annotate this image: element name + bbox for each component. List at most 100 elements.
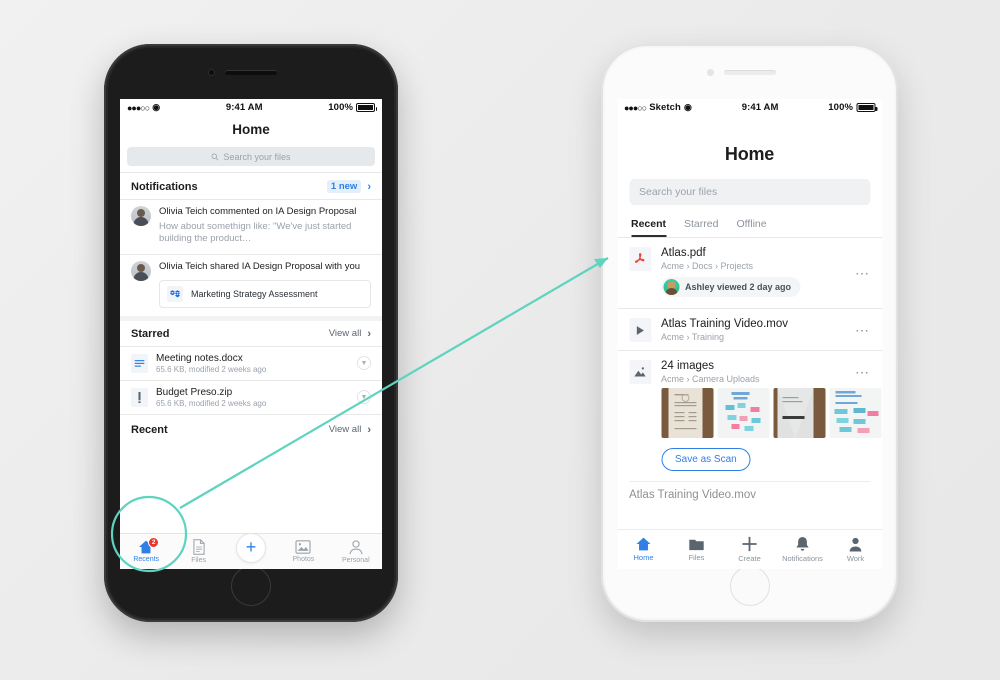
pdf-icon xyxy=(629,247,651,271)
right-search-placeholder: Search your files xyxy=(639,186,718,198)
file-info: Meeting notes.docx 65.6 KB, modified 2 w… xyxy=(156,353,349,374)
overflow-menu-icon[interactable]: ⋯ xyxy=(855,265,870,282)
doc-icon xyxy=(131,353,148,373)
home-button[interactable] xyxy=(231,566,271,606)
notification-title: Olivia Teich commented on IA Design Prop… xyxy=(159,206,357,217)
file-path: Acme › Docs › Projects xyxy=(661,261,754,271)
sidebar-item-files[interactable]: Files xyxy=(172,539,224,564)
sidebar-item-work[interactable]: Work xyxy=(829,537,882,563)
tab-label: Work xyxy=(846,553,865,563)
plus-icon xyxy=(742,536,757,552)
dropbox-icon xyxy=(167,285,183,302)
file-row-atlas-pdf[interactable]: Atlas.pdf Acme › Docs › Projects Ashley … xyxy=(617,238,882,308)
chevron-right-icon: › xyxy=(367,180,371,193)
partial-file-row[interactable]: Atlas Training Video.mov xyxy=(617,482,882,501)
file-info: Budget Preso.zip 65.6 KB, modified 2 wee… xyxy=(156,387,349,408)
file-path: Acme › Camera Uploads xyxy=(661,374,760,384)
right-tab-row: Recent Starred Offline xyxy=(617,205,882,237)
thumbnail-whiteboard-diagram-photo[interactable] xyxy=(829,388,881,438)
save-as-scan-button[interactable]: Save as Scan xyxy=(661,448,751,471)
right-phone-screen: ●●●○○ Sketch ◉ 9:41 AM 100% Home Search … xyxy=(617,99,882,569)
starred-title: Starred xyxy=(131,327,170,340)
home-icon xyxy=(636,537,651,551)
battery-percent: 100% xyxy=(828,102,853,113)
tab-label: Create xyxy=(738,554,761,563)
chevron-down-icon[interactable]: ▼ xyxy=(357,356,371,370)
tab-offline[interactable]: Offline xyxy=(736,218,766,237)
video-icon xyxy=(629,318,651,342)
sidebar-item-home[interactable]: Home xyxy=(617,537,670,562)
file-name: Atlas.pdf xyxy=(661,247,706,259)
wifi-icon: ◉ xyxy=(683,102,692,112)
notification-item-share[interactable]: Olivia Teich shared IA Design Proposal w… xyxy=(120,255,382,316)
left-search-input[interactable]: Search your files xyxy=(127,147,375,166)
tab-starred[interactable]: Starred xyxy=(684,218,718,237)
sidebar-item-recents[interactable]: 2 Recents xyxy=(120,537,172,563)
front-camera-icon xyxy=(707,69,714,76)
recent-view-all[interactable]: View all xyxy=(329,424,362,435)
notification-item-comment[interactable]: Olivia Teich commented on IA Design Prop… xyxy=(120,200,382,254)
sidebar-item-photos[interactable]: Photos xyxy=(277,540,329,563)
starred-file-row[interactable]: Budget Preso.zip 65.6 KB, modified 2 wee… xyxy=(120,381,382,414)
shared-file-card[interactable]: Marketing Strategy Assessment xyxy=(159,279,371,308)
recent-title: Recent xyxy=(131,423,168,436)
file-info: Atlas Training Video.mov Acme › Training xyxy=(661,318,845,342)
status-left: ●●●○○ Sketch ◉ xyxy=(624,102,692,113)
left-status-bar: ●●●○○ ◉ 9:41 AM 100% xyxy=(120,99,382,116)
image-thumbnail-strip xyxy=(617,388,882,438)
tab-recent[interactable]: Recent xyxy=(631,218,667,237)
status-left: ●●●○○ ◉ xyxy=(127,102,160,113)
file-name: Budget Preso.zip xyxy=(156,386,233,398)
shared-file-name: Marketing Strategy Assessment xyxy=(191,288,318,299)
earpiece-speaker xyxy=(723,70,776,75)
right-search-input[interactable]: Search your files xyxy=(629,179,870,205)
recent-header[interactable]: Recent View all › xyxy=(120,415,382,442)
avatar xyxy=(663,279,679,295)
viewed-by-text: Ashley viewed 2 day ago xyxy=(685,282,792,292)
tab-label: Recents xyxy=(133,556,160,563)
sidebar-item-create[interactable]: Create xyxy=(723,536,776,563)
notifications-header[interactable]: Notifications 1 new › xyxy=(120,173,382,199)
notification-body: Olivia Teich commented on IA Design Prop… xyxy=(159,206,371,246)
left-phone-device: ●●●○○ ◉ 9:41 AM 100% Home Search your fi… xyxy=(104,44,398,622)
notification-title: Olivia Teich shared IA Design Proposal w… xyxy=(159,260,361,272)
overflow-menu-icon[interactable]: ⋯ xyxy=(855,364,870,381)
recents-badge: 2 xyxy=(148,537,160,548)
plus-icon[interactable]: + xyxy=(236,532,267,563)
thumbnail-receipt-photo[interactable] xyxy=(661,388,713,438)
bell-icon xyxy=(796,537,809,551)
starred-header[interactable]: Starred View all › xyxy=(120,321,382,346)
starred-file-row[interactable]: Meeting notes.docx 65.6 KB, modified 2 w… xyxy=(120,347,382,380)
tab-label: Files xyxy=(191,557,206,564)
file-row-atlas-training-video[interactable]: Atlas Training Video.mov Acme › Training… xyxy=(617,309,882,350)
file-info: Atlas.pdf Acme › Docs › Projects Ashley … xyxy=(661,247,845,300)
overflow-menu-icon[interactable]: ⋯ xyxy=(855,322,870,339)
chevron-down-icon[interactable]: ▼ xyxy=(357,390,371,404)
left-nav-title: Home xyxy=(120,116,382,143)
thumbnail-crumpled-paper-photo[interactable] xyxy=(773,388,825,438)
images-icon xyxy=(629,360,651,384)
files-icon xyxy=(193,539,205,555)
page-title: Home xyxy=(724,144,775,164)
zip-icon xyxy=(131,387,148,407)
file-meta: 65.6 KB, modified 2 weeks ago xyxy=(156,398,267,408)
left-search-placeholder: Search your files xyxy=(223,151,291,162)
file-name: Atlas Training Video.mov xyxy=(661,318,788,330)
file-row-24-images[interactable]: 24 images Acme › Camera Uploads ⋯ xyxy=(617,351,882,388)
front-camera-icon xyxy=(208,69,215,76)
wifi-icon: ◉ xyxy=(152,102,161,112)
create-button[interactable]: + xyxy=(225,532,277,563)
notification-preview: How about somethign like: "We've just st… xyxy=(159,220,352,245)
sidebar-item-personal[interactable]: Personal xyxy=(330,539,382,564)
status-right: 100% xyxy=(328,102,377,113)
sidebar-item-notifications[interactable]: Notifications xyxy=(776,536,829,563)
signal-dots-icon: ●●●○○ xyxy=(624,102,647,113)
tab-label: Notifications xyxy=(782,554,823,563)
file-meta: 65.6 KB, modified 2 weeks ago xyxy=(156,364,267,374)
status-time: 9:41 AM xyxy=(741,102,779,113)
sidebar-item-files[interactable]: Files xyxy=(670,538,723,562)
thumbnail-whiteboard-stickies-photo[interactable] xyxy=(717,388,769,438)
starred-view-all[interactable]: View all xyxy=(329,328,362,339)
tab-label: Photos xyxy=(292,556,315,563)
home-button[interactable] xyxy=(729,566,770,606)
